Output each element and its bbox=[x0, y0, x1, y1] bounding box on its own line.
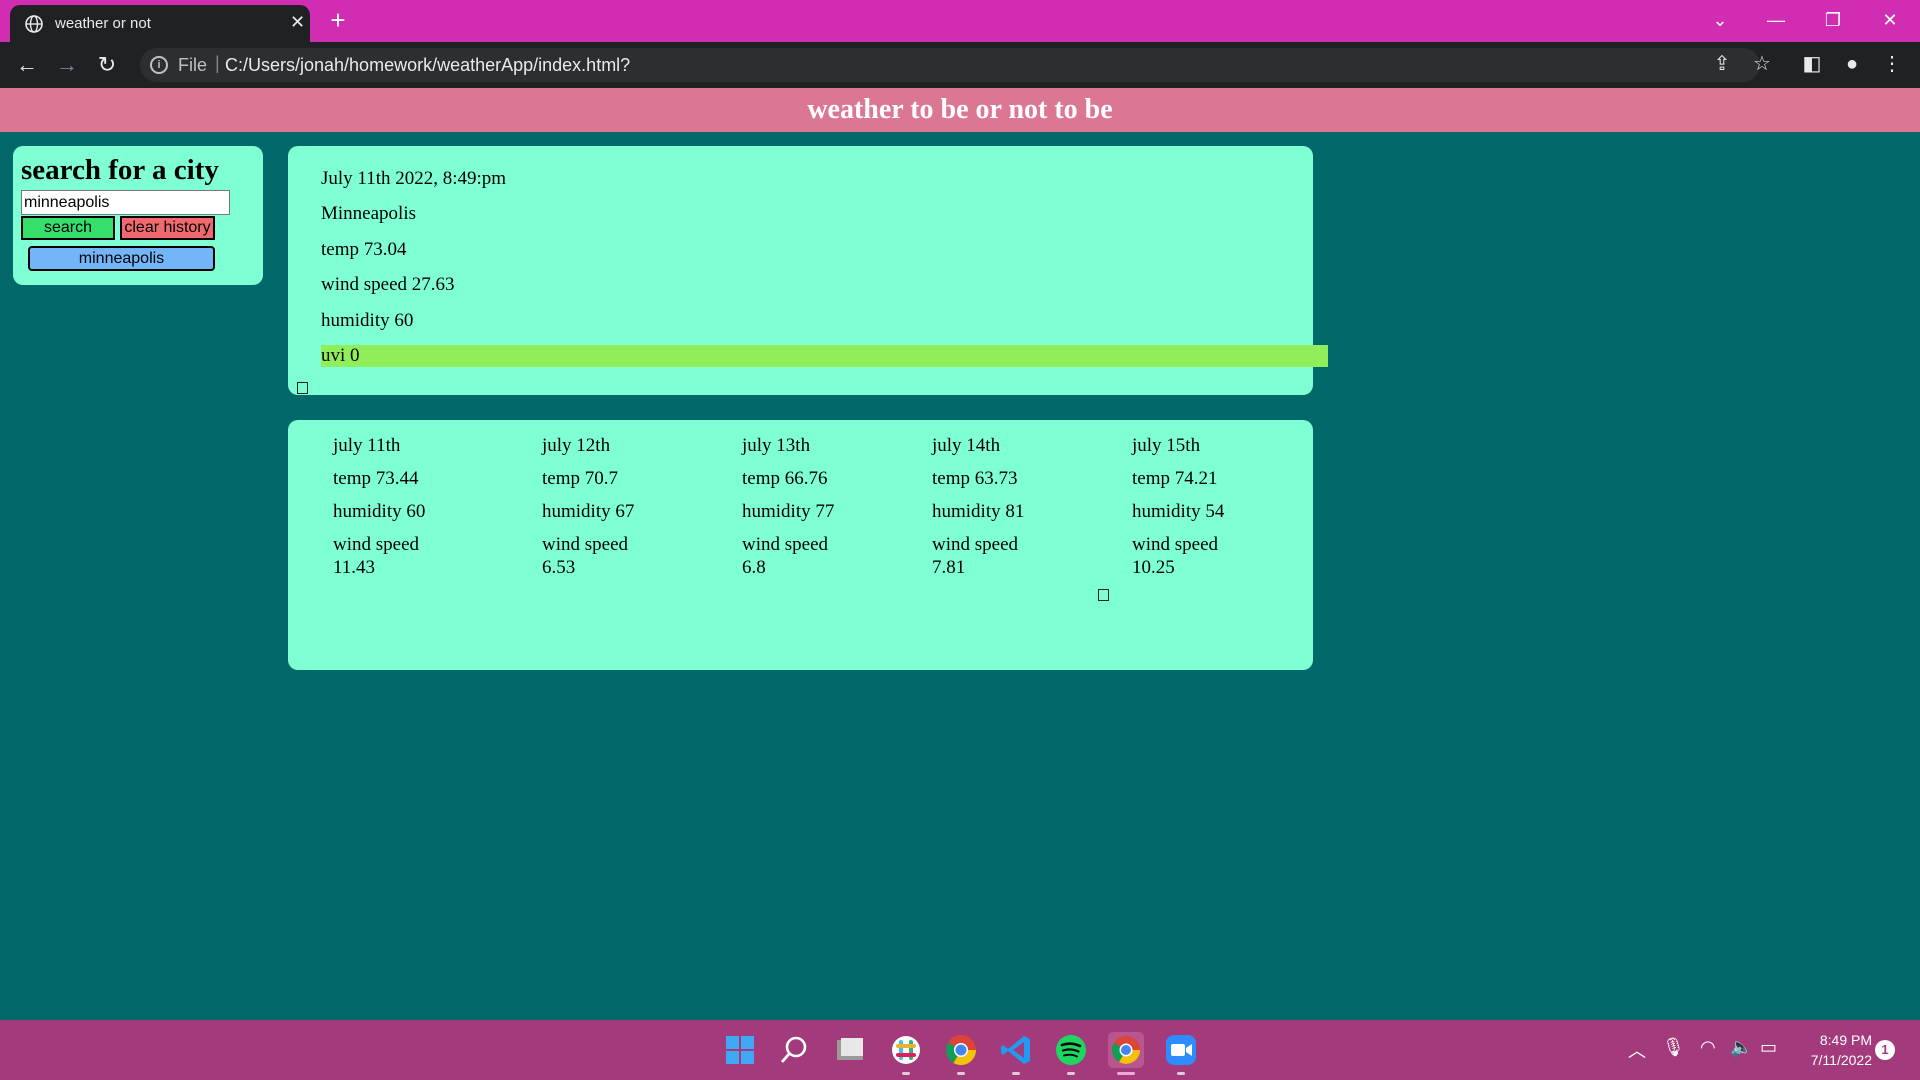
microphone-icon[interactable]: 🎙 bbox=[1662, 1037, 1685, 1058]
missing-image-icon bbox=[1098, 589, 1109, 601]
window-close-icon[interactable]: ✕ bbox=[1870, 6, 1910, 34]
forecast-humidity: humidity 67 bbox=[542, 501, 635, 522]
volume-icon[interactable]: 🔈 bbox=[1730, 1037, 1752, 1058]
taskbar-search-icon[interactable] bbox=[777, 1032, 813, 1068]
new-tab-button[interactable]: + bbox=[324, 6, 352, 34]
clear-history-button[interactable]: clear history bbox=[120, 216, 215, 240]
running-indicator bbox=[1067, 1072, 1075, 1075]
wifi-icon[interactable]: ◠ bbox=[1700, 1037, 1716, 1058]
zoom-icon[interactable] bbox=[1163, 1032, 1199, 1068]
notification-badge[interactable]: 1 bbox=[1875, 1040, 1895, 1060]
vscode-icon[interactable] bbox=[998, 1032, 1034, 1068]
windows-start-icon[interactable] bbox=[722, 1032, 758, 1068]
slack-icon[interactable] bbox=[888, 1032, 924, 1068]
running-indicator bbox=[1177, 1072, 1185, 1075]
back-arrow-icon[interactable]: ← bbox=[12, 50, 42, 80]
running-indicator bbox=[1012, 1072, 1020, 1075]
forecast-wind-label: wind speed bbox=[742, 534, 829, 555]
share-icon[interactable]: ⇪ bbox=[1708, 50, 1736, 78]
active-indicator bbox=[1117, 1072, 1135, 1075]
forecast-day-card: july 15th temp 74.21 humidity 54 wind sp… bbox=[1132, 434, 1292, 579]
current-weather-panel: July 11th 2022, 8:49:pm Minneapolis temp… bbox=[288, 146, 1328, 395]
forecast-wind-label: wind speed bbox=[1132, 534, 1219, 555]
current-humidity: humidity 60 bbox=[321, 310, 414, 331]
forecast-wind-label: wind speed bbox=[932, 534, 1019, 555]
forecast-temp: temp 66.76 bbox=[742, 468, 828, 489]
current-city: Minneapolis bbox=[321, 203, 416, 224]
clock-date: 7/11/2022 bbox=[1810, 1052, 1872, 1068]
taskbar: ︿ 🎙 ◠ 🔈 ▭ 8:49 PM 7/11/2022 bbox=[0, 1020, 1920, 1080]
bookmark-star-icon[interactable]: ☆ bbox=[1748, 50, 1776, 78]
page-header: weather to be or not to be bbox=[0, 88, 1920, 132]
chrome-icon[interactable] bbox=[943, 1032, 979, 1068]
address-bar[interactable]: i File | C:/Users/jonah/homework/weather… bbox=[140, 48, 1760, 82]
forecast-temp: temp 74.21 bbox=[1132, 468, 1218, 489]
browser-tab-bar: weather or not ✕ + ⌄ — ❐ ✕ bbox=[0, 0, 1920, 42]
forecast-humidity: humidity 60 bbox=[333, 501, 426, 522]
forecast-humidity: humidity 54 bbox=[1132, 501, 1225, 522]
browser-toolbar: ← → ↻ i File | C:/Users/jonah/homework/w… bbox=[0, 42, 1920, 88]
forecast-wind-value: 6.53 bbox=[542, 557, 576, 578]
spotify-icon[interactable] bbox=[1053, 1032, 1089, 1068]
restore-icon[interactable]: ❐ bbox=[1813, 6, 1853, 34]
side-panel-icon[interactable]: ◧ bbox=[1798, 50, 1826, 78]
forecast-date: july 12th bbox=[542, 435, 611, 456]
running-indicator bbox=[957, 1072, 965, 1075]
forecast-temp: temp 73.44 bbox=[333, 468, 419, 489]
forecast-date: july 13th bbox=[742, 435, 811, 456]
forecast-day-card: july 11th temp 73.44 humidity 60 wind sp… bbox=[333, 434, 493, 579]
forecast-wind-value: 7.81 bbox=[932, 557, 966, 578]
browser-tab[interactable]: weather or not ✕ bbox=[10, 5, 310, 42]
chrome-active-icon[interactable] bbox=[1108, 1032, 1144, 1068]
forecast-panel: july 11th temp 73.44 humidity 60 wind sp… bbox=[288, 420, 1313, 670]
taskbar-clock[interactable]: 8:49 PM 7/11/2022 bbox=[1788, 1030, 1872, 1070]
info-icon[interactable]: i bbox=[150, 56, 168, 74]
forecast-wind-value: 11.43 bbox=[333, 557, 376, 578]
current-wind: wind speed 27.63 bbox=[321, 274, 455, 295]
current-temp: temp 73.04 bbox=[321, 239, 407, 260]
search-heading: search for a city bbox=[21, 154, 219, 186]
forecast-date: july 11th bbox=[333, 435, 401, 456]
forecast-wind-value: 10.25 bbox=[1132, 557, 1175, 578]
missing-image-icon bbox=[297, 382, 308, 394]
tab-search-icon[interactable]: ⌄ bbox=[1700, 6, 1740, 34]
forward-arrow-icon[interactable]: → bbox=[52, 50, 82, 80]
file-explorer-icon[interactable] bbox=[832, 1032, 868, 1068]
tab-close-icon[interactable]: ✕ bbox=[290, 13, 305, 31]
forecast-wind-label: wind speed bbox=[333, 534, 420, 555]
tray-chevron-icon[interactable]: ︿ bbox=[1628, 1037, 1646, 1063]
forecast-date: july 14th bbox=[932, 435, 1001, 456]
forecast-day-card: july 13th temp 66.76 humidity 77 wind sp… bbox=[742, 434, 902, 579]
uvi-indicator: uvi 0 bbox=[321, 345, 1328, 367]
forecast-humidity: humidity 77 bbox=[742, 501, 835, 522]
tab-title: weather or not bbox=[55, 15, 151, 32]
current-date: July 11th 2022, 8:49:pm bbox=[321, 168, 507, 189]
battery-icon[interactable]: ▭ bbox=[1760, 1037, 1777, 1058]
history-city-button[interactable]: minneapolis bbox=[28, 246, 215, 271]
forecast-wind-label: wind speed bbox=[542, 534, 629, 555]
globe-icon bbox=[25, 15, 43, 33]
forecast-day-card: july 12th temp 70.7 humidity 67 wind spe… bbox=[542, 434, 702, 579]
city-search-input[interactable] bbox=[21, 190, 230, 215]
forecast-date: july 15th bbox=[1132, 435, 1201, 456]
address-separator: | bbox=[215, 53, 220, 73]
profile-icon[interactable]: ● bbox=[1838, 50, 1866, 78]
search-button[interactable]: search bbox=[21, 216, 115, 240]
address-url[interactable]: C:/Users/jonah/homework/weatherApp/index… bbox=[225, 55, 630, 76]
minimize-icon[interactable]: — bbox=[1756, 6, 1796, 34]
running-indicator bbox=[902, 1072, 910, 1075]
menu-kebab-icon[interactable]: ⋮ bbox=[1878, 50, 1906, 78]
clock-time: 8:49 PM bbox=[1819, 1032, 1872, 1048]
reload-icon[interactable]: ↻ bbox=[92, 50, 122, 80]
forecast-day-card: july 14th temp 63.73 humidity 81 wind sp… bbox=[932, 434, 1092, 579]
forecast-humidity: humidity 81 bbox=[932, 501, 1025, 522]
address-scheme: File bbox=[178, 55, 208, 75]
search-panel: search for a city search clear history m… bbox=[13, 146, 263, 285]
forecast-wind-value: 6.8 bbox=[742, 557, 766, 578]
forecast-temp: temp 70.7 bbox=[542, 468, 618, 489]
forecast-temp: temp 63.73 bbox=[932, 468, 1018, 489]
